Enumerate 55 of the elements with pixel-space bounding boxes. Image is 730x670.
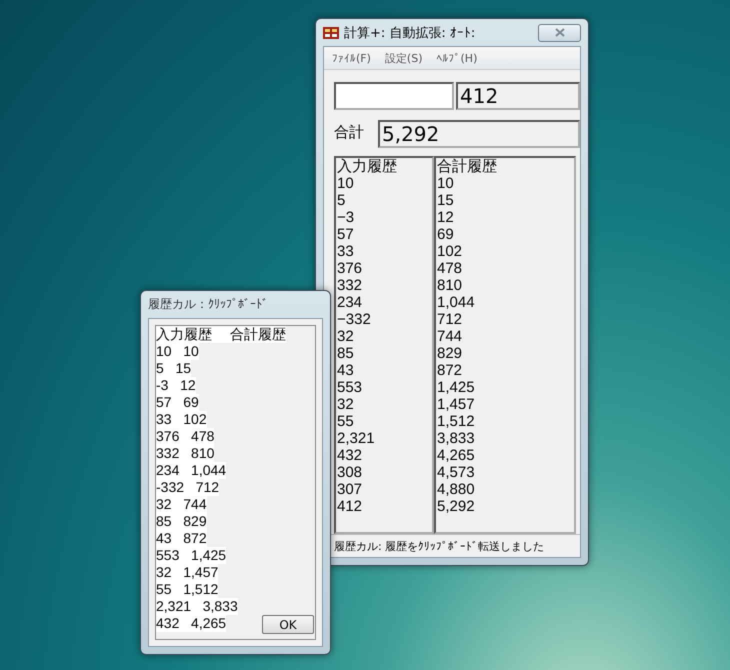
list-item[interactable]: 32 xyxy=(336,396,432,413)
list-item[interactable]: 234 xyxy=(336,294,432,311)
list-item[interactable]: 102 xyxy=(436,243,574,260)
list-item[interactable]: 1,044 xyxy=(436,294,574,311)
list-item[interactable]: 1,425 xyxy=(436,379,574,396)
list-item[interactable]: 15 xyxy=(436,192,574,209)
list-item[interactable]: 1,457 xyxy=(436,396,574,413)
last-input-display: 412 xyxy=(456,82,580,110)
list-item[interactable]: 712 xyxy=(436,311,574,328)
list-item[interactable]: 5,292 xyxy=(436,498,574,515)
list-item[interactable]: 3,833 xyxy=(436,430,574,447)
list-item[interactable]: 744 xyxy=(436,328,574,345)
dialog-title: 履歴カル：ｸﾘｯﾌﾟﾎﾞｰﾄﾞ xyxy=(148,296,268,313)
list-item[interactable]: −332 xyxy=(336,311,432,328)
list-item[interactable]: 10 xyxy=(336,175,432,192)
list-item[interactable]: 57 xyxy=(336,226,432,243)
list-item[interactable]: 829 xyxy=(436,345,574,362)
window-title: 計算+: 自動拡張: ｵｰﾄ: xyxy=(344,24,476,42)
list-item[interactable]: 12 xyxy=(436,209,574,226)
list-item[interactable]: 32 xyxy=(336,328,432,345)
list-item[interactable]: 85 xyxy=(336,345,432,362)
list-item[interactable]: 412 xyxy=(336,498,432,515)
list-item[interactable]: 10 xyxy=(436,175,574,192)
total-label: 合計 xyxy=(334,122,364,142)
list-header: 合計履歴 xyxy=(436,158,498,175)
list-header: 入力履歴 xyxy=(336,158,398,175)
list-item[interactable]: 307 xyxy=(336,481,432,498)
list-item[interactable]: 478 xyxy=(436,260,574,277)
app-icon xyxy=(323,26,339,38)
list-item[interactable]: 376 xyxy=(336,260,432,277)
total-display: 5,292 xyxy=(378,120,580,148)
list-item[interactable]: 1,512 xyxy=(436,413,574,430)
list-item[interactable]: 810 xyxy=(436,277,574,294)
input-field[interactable] xyxy=(334,82,454,110)
list-item[interactable]: −3 xyxy=(336,209,432,226)
list-item[interactable]: 4,573 xyxy=(436,464,574,481)
list-item[interactable]: 553 xyxy=(336,379,432,396)
list-item[interactable]: 33 xyxy=(336,243,432,260)
menu-item[interactable]: ﾍﾙﾌﾟ(H) xyxy=(436,52,478,64)
menu-item[interactable]: ﾌｧｲﾙ(F) xyxy=(332,52,371,64)
list-item[interactable]: 5 xyxy=(336,192,432,209)
list-item[interactable]: 872 xyxy=(436,362,574,379)
list-item[interactable]: 4,265 xyxy=(436,447,574,464)
list-item[interactable]: 332 xyxy=(336,277,432,294)
list-item[interactable]: 43 xyxy=(336,362,432,379)
list-item[interactable]: 308 xyxy=(336,464,432,481)
list-item[interactable]: 55 xyxy=(336,413,432,430)
menu-item[interactable]: 設定(S) xyxy=(384,50,422,66)
close-button[interactable] xyxy=(538,24,581,42)
list-item[interactable]: 69 xyxy=(436,226,574,243)
list-item[interactable]: 2,321 xyxy=(336,430,432,447)
list-item[interactable]: 4,880 xyxy=(436,481,574,498)
list-item[interactable]: 432 xyxy=(336,447,432,464)
ok-button[interactable]: OK xyxy=(262,615,314,634)
close-icon xyxy=(554,28,564,37)
